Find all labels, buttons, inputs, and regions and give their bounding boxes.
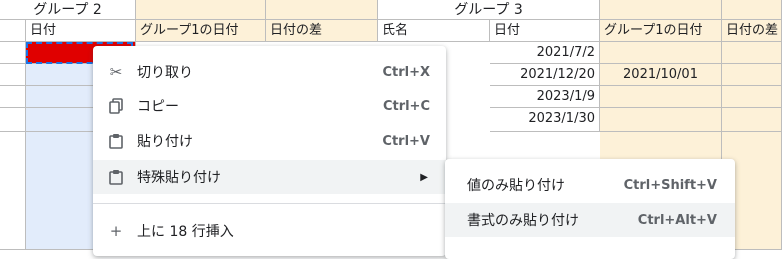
menu-item-label: 特殊貼り付け [137, 170, 221, 186]
date-value: 2023/1/30 [528, 111, 595, 126]
plus-icon: + [109, 222, 123, 240]
group1-date-cell[interactable] [600, 42, 722, 64]
submenu-item-shortcut: Ctrl+Shift+V [623, 177, 717, 193]
scissors-icon: ✂ [109, 63, 123, 81]
group1-date-cell[interactable] [600, 108, 722, 132]
date-cell[interactable]: 2023/1/30 [490, 108, 600, 132]
submenu-item-shortcut: Ctrl+Alt+V [637, 212, 717, 228]
date-diff-cell[interactable] [722, 108, 782, 132]
clipboard-icon [107, 132, 125, 150]
date-value: 2023/1/9 [536, 89, 595, 104]
copy-icon [107, 97, 125, 115]
group1-date-cell[interactable]: 2021/10/01 [600, 64, 722, 86]
header-name[interactable]: 氏名 [378, 20, 490, 42]
header-group1-date[interactable]: グループ1の日付 [600, 20, 722, 42]
menu-item-label: コピー [137, 99, 179, 115]
group1-date-cell[interactable] [600, 86, 722, 108]
header-date[interactable]: 日付 [26, 20, 136, 42]
header-date[interactable]: 日付 [490, 20, 600, 42]
menu-item-label: 貼り付け [137, 134, 193, 150]
row-cell[interactable] [0, 64, 26, 86]
group3-title: グループ 3 [378, 0, 600, 20]
paste-format-only-item[interactable]: 書式のみ貼り付け Ctrl+Alt+V [445, 203, 735, 237]
row-cell[interactable] [0, 108, 26, 132]
date-cell[interactable]: 2023/1/9 [490, 86, 600, 108]
submenu-arrow-icon: ▶ [420, 171, 428, 183]
row-cell[interactable] [0, 132, 26, 250]
header-date-diff[interactable]: 日付の差 [722, 20, 782, 42]
menu-divider [93, 203, 446, 204]
copy-menu-item[interactable]: コピー Ctrl+C [93, 89, 446, 123]
header-blank [266, 0, 378, 20]
paste-special-submenu: 値のみ貼り付け Ctrl+Shift+V 書式のみ貼り付け Ctrl+Alt+V [445, 159, 735, 259]
header-date-diff[interactable]: 日付の差 [266, 20, 378, 42]
menu-item-shortcut: Ctrl+V [382, 133, 430, 149]
cut-menu-item[interactable]: ✂ 切り取り Ctrl+X [93, 55, 446, 89]
menu-item-label: 切り取り [137, 65, 193, 81]
header-blank [136, 0, 266, 20]
date-cell[interactable]: 2021/12/20 [490, 64, 600, 86]
submenu-item-label: 値のみ貼り付け [467, 178, 565, 194]
date-value: 2021/7/2 [536, 45, 595, 60]
header-group1-date[interactable]: グループ1の日付 [136, 20, 266, 42]
row-cell[interactable] [0, 42, 26, 64]
date-cell[interactable]: 2021/7/2 [490, 42, 600, 64]
menu-item-shortcut: Ctrl+X [382, 64, 430, 80]
menu-item-shortcut: Ctrl+C [382, 98, 430, 114]
header-blank [600, 0, 722, 20]
date-diff-cell[interactable] [722, 42, 782, 64]
submenu-item-label: 書式のみ貼り付け [467, 213, 579, 229]
context-menu: ✂ 切り取り Ctrl+X コピー Ctrl+C 貼り付け Ctrl+V 特殊貼… [93, 46, 446, 256]
row-cell[interactable] [0, 20, 26, 42]
clipboard-icon [107, 168, 125, 186]
paste-values-only-item[interactable]: 値のみ貼り付け Ctrl+Shift+V [445, 168, 735, 202]
paste-special-menu-item[interactable]: 特殊貼り付け ▶ [93, 160, 446, 194]
paste-menu-item[interactable]: 貼り付け Ctrl+V [93, 124, 446, 158]
date-diff-cell[interactable] [722, 64, 782, 86]
date-value: 2021/12/20 [520, 67, 595, 82]
group2-title: グループ 2 [0, 0, 136, 20]
row-cell[interactable] [0, 86, 26, 108]
header-blank [722, 0, 782, 20]
menu-item-label: 上に 18 行挿入 [137, 224, 234, 240]
date-diff-cell[interactable] [722, 86, 782, 108]
insert-rows-above-menu-item[interactable]: + 上に 18 行挿入 [93, 214, 446, 248]
